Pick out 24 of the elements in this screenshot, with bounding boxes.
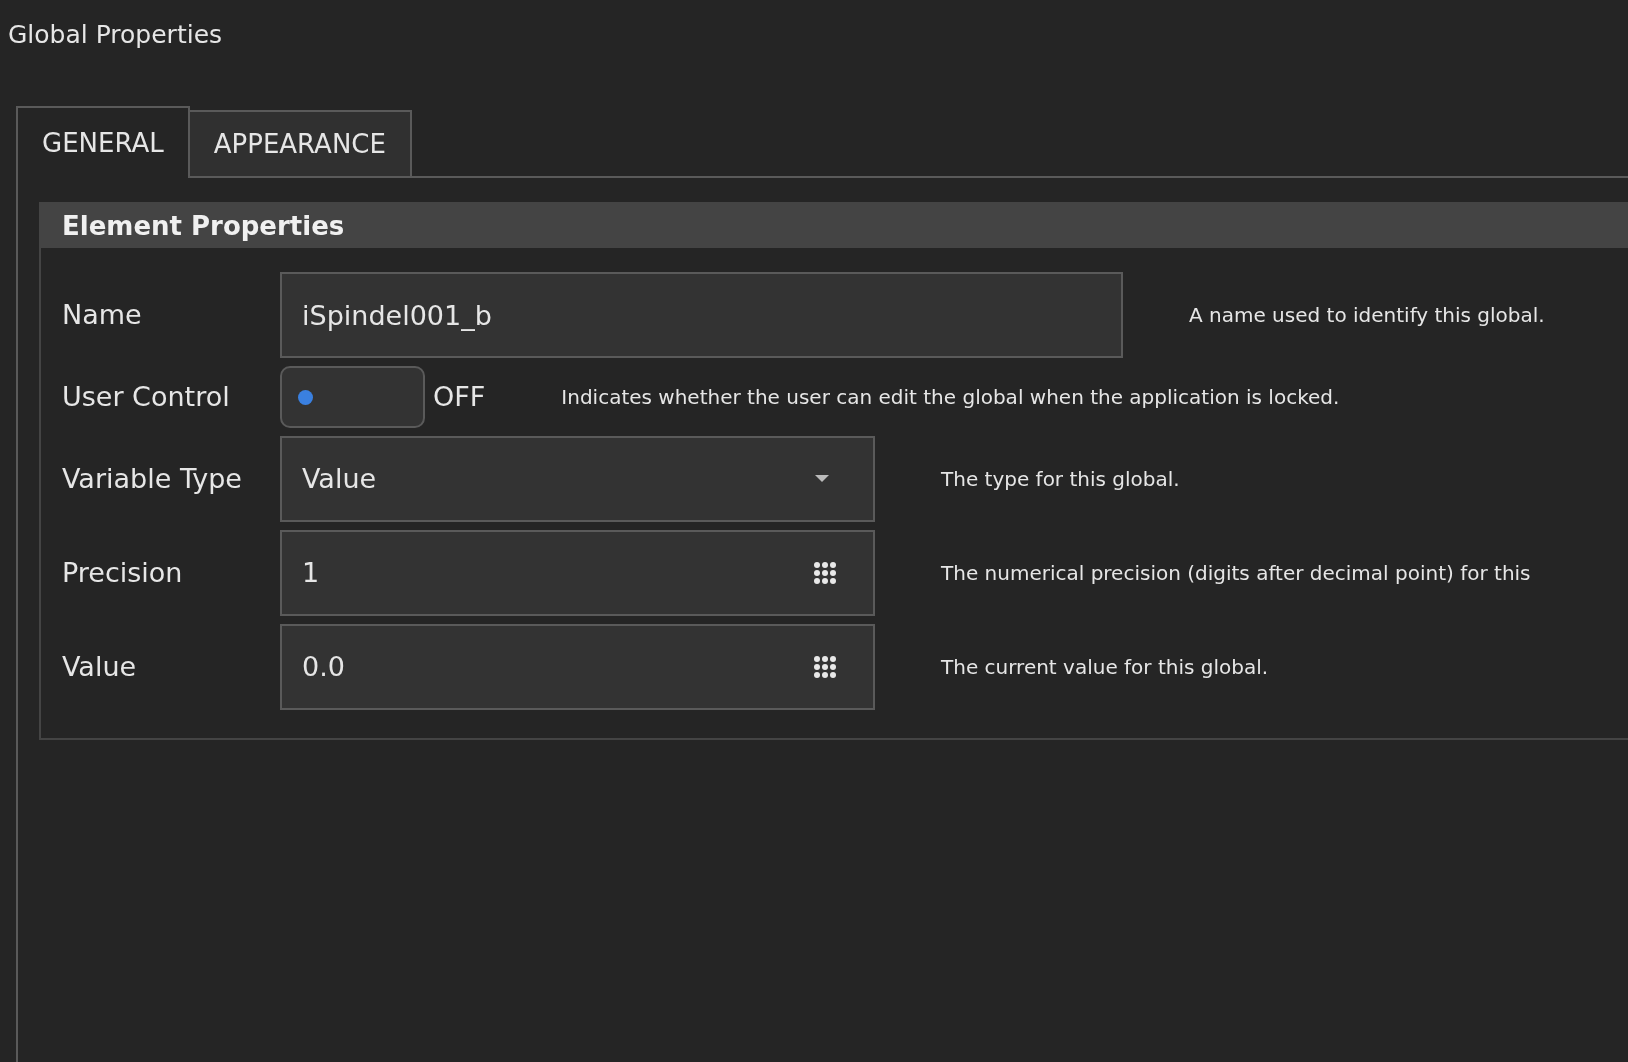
field-label: Precision [62,555,184,590]
field-description: A name used to identify this global. [1189,302,1545,329]
keypad-icon[interactable] [813,562,837,584]
group-title: Element Properties [62,209,345,243]
tab[interactable]: APPEARANCE [189,110,412,178]
caret-icon [815,475,829,483]
field-description: Indicates whether the user can edit the global when the application is locked. [561,384,1340,411]
field-label: Value [62,649,138,684]
window-title: Global Properties [8,20,223,49]
field-description: The current value for this global. [941,654,1269,681]
field-label: Name [62,297,143,332]
numeric-field[interactable]: 0.0 [280,624,875,710]
name-field[interactable]: iSpindel001_b [280,272,1123,358]
field-label: User Control [62,379,231,414]
variable-type-dropdown[interactable]: Value [280,436,875,522]
field-description: The type for this global. [941,466,1180,493]
numeric-field[interactable]: 1 [280,530,875,616]
toggle-switch[interactable] [280,366,425,428]
keypad-icon[interactable] [813,656,837,678]
tab[interactable]: GENERAL [16,106,190,178]
field-label: Variable Type [62,461,243,496]
toggle-state-label: OFF [433,379,486,414]
field-description: The numerical precision (digits after decimal point) for this [941,560,1531,587]
toggle-knob [298,389,313,405]
